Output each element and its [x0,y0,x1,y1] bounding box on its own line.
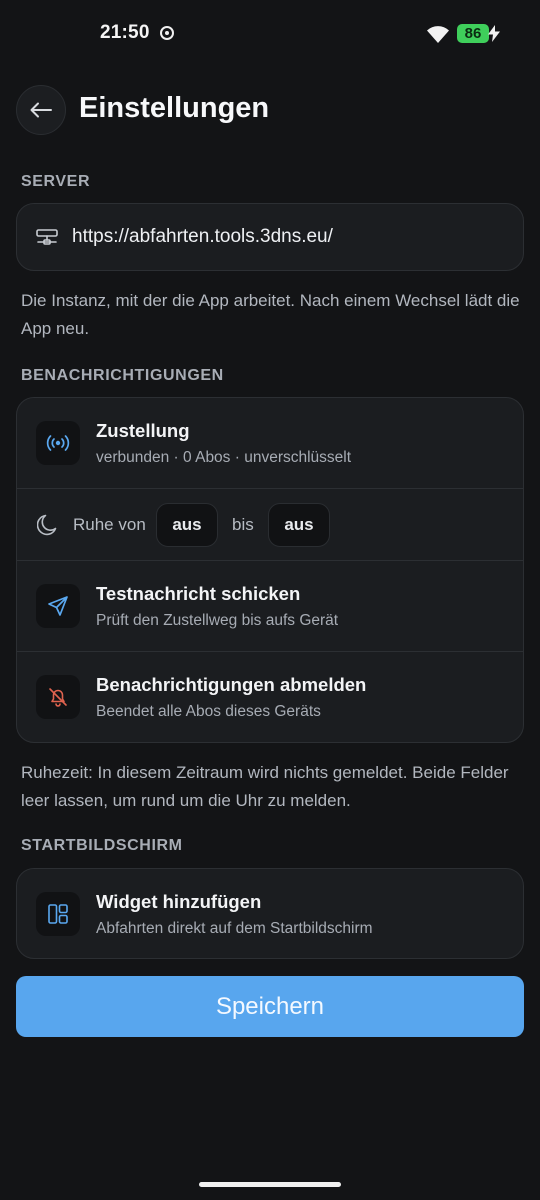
server-url-value: https://abfahrten.tools.3dns.eu/ [72,226,333,247]
unsubscribe-row[interactable]: Benachrichtigungen abmelden Beendet alle… [17,652,523,743]
notifications-card: Zustellung verbunden · 0 Abos · unversch… [16,397,524,743]
delivery-title: Zustellung [96,420,190,441]
home-screen-section-label: STARTBILDSCHIRM [21,837,183,854]
page-title: Einstellungen [79,92,270,124]
charging-bolt-icon [488,25,500,42]
notifications-section-label: BENACHRICHTIGUNGEN [21,367,224,384]
widget-subtitle: Abfahrten direkt auf dem Startbildschirm [96,920,373,937]
quiet-to-input[interactable]: aus [268,503,330,547]
layout-icon [48,904,68,924]
delivery-status: verbunden · 0 Abos · unverschlüsselt [96,449,352,466]
send-icon-tile [36,584,80,628]
quiet-hours-row: Ruhe von aus bis aus [17,489,523,561]
settings-screen: 21:50 86 Einstellungen SERVER https://ab… [0,0,540,1200]
back-button[interactable] [16,85,66,135]
test-message-title: Testnachricht schicken [96,583,301,604]
save-button[interactable]: Speichern [16,976,524,1037]
broadcast-icon [46,435,70,451]
widget-card[interactable]: Widget hinzufügen Abfahrten direkt auf d… [16,868,524,959]
quiet-from-input[interactable]: aus [156,503,218,547]
bell-off-icon-tile [36,675,80,719]
delivery-row[interactable]: Zustellung verbunden · 0 Abos · unversch… [17,398,523,489]
home-indicator [199,1182,341,1187]
send-icon [48,596,68,616]
status-bar: 21:50 86 [0,0,540,68]
test-message-row[interactable]: Testnachricht schicken Prüft den Zustell… [17,561,523,652]
server-icon [36,229,58,245]
server-url-field[interactable]: https://abfahrten.tools.3dns.eu/ [16,203,524,271]
test-message-subtitle: Prüft den Zustellweg bis aufs Gerät [96,612,339,629]
layout-icon-tile [36,892,80,936]
quiet-from-label: Ruhe von [73,515,146,534]
bell-off-icon [49,688,67,707]
widget-title: Widget hinzufügen [96,891,262,912]
quiet-to-label: bis [232,515,254,534]
battery-icon: 86 [457,24,489,43]
status-time: 21:50 [100,22,150,43]
quiet-hours-help-text: Ruhezeit: In diesem Zeitraum wird nichts… [21,763,509,810]
unsubscribe-subtitle: Beendet alle Abos dieses Geräts [96,703,321,720]
server-help-text: Die Instanz, mit der die App arbeitet. N… [21,291,520,338]
wifi-icon [427,26,449,43]
arrow-left-icon [30,102,52,118]
server-section-label: SERVER [21,173,91,190]
moon-icon [37,514,57,536]
record-icon [160,26,174,40]
broadcast-icon-tile [36,421,80,465]
unsubscribe-title: Benachrichtigungen abmelden [96,674,367,695]
